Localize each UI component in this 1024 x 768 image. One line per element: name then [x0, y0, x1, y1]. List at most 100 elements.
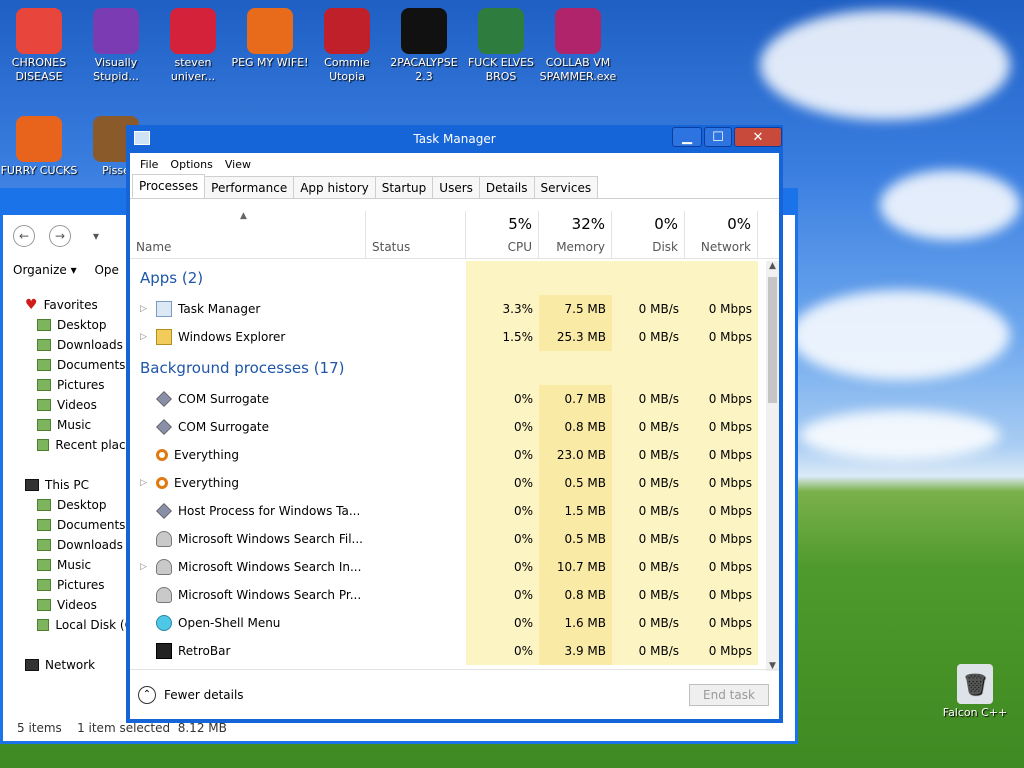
nav-tree-item[interactable]: Local Disk (C — [3, 615, 133, 635]
column-disk-label: Disk — [652, 240, 678, 254]
open-button[interactable]: Ope — [94, 263, 118, 277]
expand-arrow-icon[interactable]: ▷ — [140, 323, 150, 351]
network-node[interactable]: Network — [3, 655, 133, 675]
process-name-cell: ▷ Microsoft Windows Search In... — [140, 553, 361, 581]
process-row[interactable]: RetroBar 0% 3.9 MB 0 MB/s 0 Mbps — [130, 637, 766, 665]
process-row[interactable]: ▷ Microsoft Windows Search In... 0% 10.7 MB… — [130, 553, 766, 581]
explorer-toolbar: Organize ▾ Ope — [13, 263, 133, 277]
navigation-pane: ♥ Favorites Desktop Downloads Documents Pict… — [3, 295, 133, 675]
nav-tree-item[interactable]: Pictures — [3, 575, 133, 595]
nav-tree-label: Desktop — [57, 318, 107, 332]
nav-tree-item[interactable]: Pictures — [3, 375, 133, 395]
tab-performance[interactable]: Performance — [204, 176, 295, 198]
tab-details[interactable]: Details — [478, 176, 535, 198]
menu-bar: File Options View — [130, 153, 779, 175]
back-icon[interactable]: ← — [13, 225, 35, 247]
network-label: Network — [45, 658, 96, 672]
menu-view[interactable]: View — [219, 158, 257, 171]
process-row[interactable]: COM Surrogate 0% 0.8 MB 0 MB/s 0 Mbps — [130, 413, 766, 441]
process-cpu-cell: 3.3% — [466, 295, 539, 323]
task-manager-titlebar[interactable]: Task Manager ▁ ☐ ✕ — [130, 125, 782, 153]
desktop-icon[interactable]: FUCK ELVES BROS — [462, 8, 540, 84]
collapse-icon[interactable]: ⌃ — [138, 685, 156, 704]
desktop-icon[interactable]: steven univer... — [154, 8, 232, 84]
expand-arrow-icon[interactable]: ▷ — [140, 553, 150, 581]
desktop-icon[interactable]: FURRY CUCKS — [0, 116, 78, 178]
tab-users[interactable]: Users — [432, 176, 480, 198]
desktop-icon[interactable]: Visually Stupid... — [77, 8, 155, 84]
expand-arrow-icon[interactable]: ▷ — [140, 469, 150, 497]
process-name-cell: COM Surrogate — [140, 385, 269, 413]
tab-app-history[interactable]: App history — [293, 176, 376, 198]
desktop-icon[interactable]: 2PACALYPSE 2.3 — [385, 8, 463, 84]
process-cpu-cell: 0% — [466, 469, 539, 497]
process-row[interactable]: COM Surrogate 0% 0.7 MB 0 MB/s 0 Mbps — [130, 385, 766, 413]
nav-tree-item[interactable]: Downloads — [3, 535, 133, 555]
column-network[interactable]: 0% Network — [685, 211, 758, 259]
nav-tree-item[interactable]: Music — [3, 415, 133, 435]
menu-options[interactable]: Options — [164, 158, 218, 171]
scroll-up-icon[interactable]: ▲ — [766, 261, 779, 271]
process-icon — [156, 503, 172, 519]
tab-processes[interactable]: Processes — [132, 174, 206, 198]
column-memory[interactable]: 32% Memory — [539, 211, 612, 259]
process-row[interactable]: ▷ Windows Explorer 1.5% 25.3 MB 0 MB/s 0 Mbps — [130, 323, 766, 351]
nav-tree-label: Local Disk (C — [55, 618, 133, 632]
expand-arrow-icon[interactable]: ▷ — [140, 295, 150, 323]
desktop-icon[interactable]: CHRONES DISEASE — [0, 8, 78, 84]
process-mem-cell: 0.8 MB — [539, 581, 612, 609]
chevron-down-icon[interactable]: ▾ — [85, 225, 107, 247]
process-row[interactable]: ▷ Task Manager 3.3% 7.5 MB 0 MB/s 0 Mbps — [130, 295, 766, 323]
process-row[interactable]: ▷ Everything 0% 0.5 MB 0 MB/s 0 Mbps — [130, 469, 766, 497]
process-row[interactable]: Microsoft Windows Search Fil... 0% 0.5 MB 0… — [130, 525, 766, 553]
column-name[interactable]: ▲ Name — [130, 211, 366, 259]
process-row[interactable]: Host Process for Windows Ta... 0% 1.5 MB 0 … — [130, 497, 766, 525]
process-name: Everything — [174, 448, 239, 462]
vertical-scrollbar[interactable]: ▲ ▼ — [766, 261, 779, 671]
process-row[interactable]: Microsoft Windows Search Pr... 0% 0.8 MB 0 … — [130, 581, 766, 609]
end-task-button[interactable]: End task — [689, 684, 769, 706]
visual-studio-icon — [93, 8, 139, 54]
process-icon — [156, 531, 172, 547]
fewer-details-link[interactable]: Fewer details — [164, 688, 244, 702]
organize-label: Organize — [13, 263, 67, 277]
process-row[interactable]: Open-Shell Menu 0% 1.6 MB 0 MB/s 0 Mbps — [130, 609, 766, 637]
column-cpu[interactable]: 5% CPU — [466, 211, 539, 259]
folder-icon — [37, 319, 51, 331]
column-disk[interactable]: 0% Disk — [612, 211, 685, 259]
minimize-button[interactable]: ▁ — [672, 127, 702, 147]
desktop-icon[interactable]: Commie Utopia — [308, 8, 386, 84]
menu-file[interactable]: File — [134, 158, 164, 171]
process-name: Microsoft Windows Search In... — [178, 560, 362, 574]
maximize-button[interactable]: ☐ — [704, 127, 732, 147]
close-button[interactable]: ✕ — [734, 127, 782, 147]
nav-tree-item[interactable]: Downloads — [3, 335, 133, 355]
desktop-icon[interactable]: PEG MY WIFE! — [231, 8, 309, 70]
process-disk-cell: 0 MB/s — [612, 413, 685, 441]
nav-tree-item[interactable]: Desktop — [3, 315, 133, 335]
nav-tree-item[interactable]: Music — [3, 555, 133, 575]
tab-services[interactable]: Services — [533, 176, 599, 198]
process-cpu-cell: 0% — [466, 497, 539, 525]
cpu-total: 5% — [508, 215, 532, 233]
desktop-icon[interactable]: COLLAB VM SPAMMER.exe — [539, 8, 617, 84]
recycle-bin[interactable]: 🗑 Falcon C++ — [936, 664, 1014, 720]
nav-tree-item[interactable]: Recent place — [3, 435, 133, 455]
nav-tree-item[interactable]: Videos — [3, 395, 133, 415]
nav-tree-item[interactable]: Videos — [3, 595, 133, 615]
process-row[interactable]: Everything 0% 23.0 MB 0 MB/s 0 Mbps — [130, 441, 766, 469]
favorites-node[interactable]: ♥ Favorites — [3, 295, 133, 315]
nav-tree-item[interactable]: Desktop — [3, 495, 133, 515]
scrollbar-thumb[interactable] — [768, 277, 777, 403]
tab-startup[interactable]: Startup — [374, 176, 434, 198]
thispc-node[interactable]: This PC — [3, 475, 133, 495]
forward-icon[interactable]: → — [49, 225, 71, 247]
nav-tree-item[interactable]: Documents — [3, 515, 133, 535]
organize-button[interactable]: Organize ▾ — [13, 263, 77, 277]
column-status[interactable]: Status — [366, 211, 466, 259]
folder-icon — [37, 559, 51, 571]
nav-tree-item[interactable]: Documents — [3, 355, 133, 375]
process-mem-cell: 23.0 MB — [539, 441, 612, 469]
cloud — [880, 170, 1020, 240]
task-manager-window[interactable]: Task Manager ▁ ☐ ✕ File Options View Pro… — [126, 125, 783, 723]
